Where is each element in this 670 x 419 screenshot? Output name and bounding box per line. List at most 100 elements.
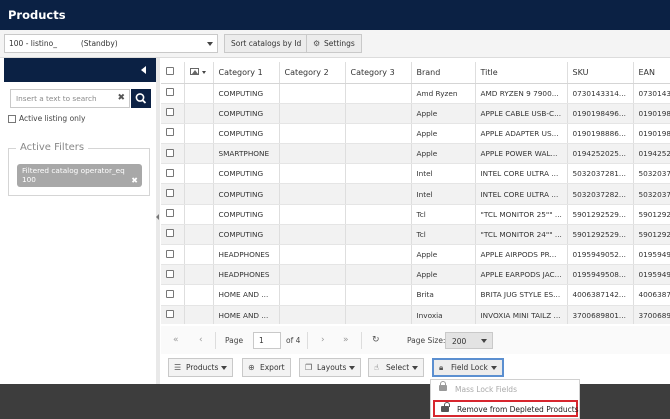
- table-row[interactable]: COMPUTING Tcl "TCL MONITOR 25"" ... 5901292…: [161, 204, 670, 225]
- category3-cell: [345, 284, 412, 306]
- brand-cell: Tcl: [411, 204, 476, 225]
- row-checkbox[interactable]: [166, 108, 174, 117]
- ean-cell: 01901984: [633, 103, 670, 124]
- table-row[interactable]: HOME AND ... Brita BRITA JUG STYLE ES... 40…: [161, 284, 670, 306]
- remove-from-depleted-item[interactable]: Remove from Depleted Products: [433, 400, 579, 417]
- table-row[interactable]: SMARTPHONE Apple APPLE POWER WAL... 0194252…: [161, 143, 670, 165]
- settings-button[interactable]: ⚙ Settings: [306, 34, 362, 53]
- first-page-icon[interactable]: «: [173, 335, 179, 345]
- title-cell: APPLE POWER WAL...: [475, 143, 568, 165]
- sku-cell: 0190198496...: [567, 103, 634, 124]
- column-header-title[interactable]: Title: [475, 62, 568, 84]
- refresh-icon[interactable]: ↻: [372, 335, 380, 345]
- image-column-header[interactable]: [184, 62, 214, 84]
- column-header-sku[interactable]: SKU: [567, 62, 634, 84]
- column-header-ean[interactable]: EAN: [633, 62, 670, 84]
- products-menu-button[interactable]: ☰ Products: [168, 358, 234, 377]
- row-checkbox[interactable]: [166, 310, 174, 319]
- category2-cell: [279, 244, 346, 266]
- row-checkbox[interactable]: [166, 289, 174, 298]
- category1-cell: HEADPHONES: [213, 244, 280, 266]
- last-page-icon[interactable]: »: [343, 335, 349, 345]
- row-checkbox[interactable]: [166, 128, 174, 137]
- ean-cell: 40063871: [633, 284, 670, 306]
- field-lock-menu-button[interactable]: 🔒︎ Field Lock: [432, 358, 504, 377]
- table-header-row: Category 1 Category 2 Category 3 Brand T…: [161, 62, 670, 84]
- column-header-category2[interactable]: Category 2: [279, 62, 346, 84]
- table-row[interactable]: COMPUTING Intel INTEL CORE ULTRA ... 503203…: [161, 163, 670, 185]
- collapse-sidebar-icon[interactable]: [141, 66, 146, 74]
- select-all-checkbox[interactable]: [166, 67, 174, 76]
- mass-lock-fields-label: Mass Lock Fields: [455, 385, 517, 394]
- page-number-input[interactable]: [253, 332, 281, 349]
- clear-search-icon[interactable]: ✖: [117, 93, 125, 103]
- table-row[interactable]: HEADPHONES Apple APPLE AIRPODS PR... 019594…: [161, 244, 670, 266]
- row-checkbox[interactable]: [166, 249, 174, 258]
- category3-cell: [345, 244, 412, 266]
- category2-cell: [279, 163, 346, 185]
- brand-cell: Invoxia: [411, 305, 476, 324]
- active-listing-checkbox[interactable]: [8, 114, 16, 123]
- table-row[interactable]: COMPUTING Tcl "TCL MONITOR 24"" ... 5901292…: [161, 224, 670, 246]
- chevron-down-icon: [201, 70, 206, 74]
- ean-cell: 37006898: [633, 305, 670, 324]
- category1-cell: COMPUTING: [213, 83, 280, 104]
- image-cell: [184, 183, 214, 205]
- active-listing-toggle[interactable]: Active listing only: [8, 114, 85, 125]
- row-checkbox[interactable]: [166, 148, 174, 157]
- pointer-icon: ☝: [374, 363, 379, 372]
- row-checkbox[interactable]: [166, 229, 174, 238]
- ean-cell: 59012925: [633, 224, 670, 246]
- remove-from-depleted-label: Remove from Depleted Products: [457, 405, 579, 414]
- column-header-brand[interactable]: Brand: [411, 62, 476, 84]
- title-cell: "TCL MONITOR 25"" ...: [475, 204, 568, 225]
- ean-cell: 50320372: [633, 163, 670, 185]
- search-box: ✖: [10, 89, 130, 108]
- brand-cell: Apple: [411, 143, 476, 165]
- previous-page-icon[interactable]: ‹: [199, 335, 203, 345]
- search-button[interactable]: [131, 89, 151, 108]
- page-size-select[interactable]: 200: [445, 332, 493, 349]
- filter-chip: Filtered catalog operator_eq 100 ✖: [17, 164, 142, 187]
- table-row[interactable]: HOME AND ... Invoxia INVOXIA MINI TAILZ ..…: [161, 305, 670, 324]
- table-row[interactable]: COMPUTING Intel INTEL CORE ULTRA ... 503203…: [161, 183, 670, 205]
- category3-cell: [345, 305, 412, 324]
- table-row[interactable]: COMPUTING Apple APPLE ADAPTER US... 0190198…: [161, 123, 670, 145]
- search-input[interactable]: [16, 94, 116, 103]
- brand-cell: Intel: [411, 163, 476, 185]
- gear-icon: ⚙: [313, 39, 321, 48]
- image-icon: [189, 67, 199, 75]
- export-button[interactable]: ⊕ Export: [242, 358, 291, 377]
- chevron-down-icon: [207, 42, 213, 46]
- panel-splitter[interactable]: [156, 58, 160, 384]
- category2-cell: [279, 143, 346, 165]
- sidebar-header: [4, 58, 156, 82]
- category2-cell: [279, 183, 346, 205]
- table-row[interactable]: HEADPHONES Apple APPLE EARPODS JAC... 01959…: [161, 264, 670, 286]
- next-page-icon[interactable]: ›: [321, 335, 325, 345]
- layouts-menu-button[interactable]: ❐ Layouts: [299, 358, 362, 377]
- category1-cell: COMPUTING: [213, 204, 280, 225]
- catalog-select[interactable]: 100 - listino_ (Standby): [4, 34, 218, 53]
- splitter-arrow-icon[interactable]: [156, 214, 159, 220]
- image-cell: [184, 264, 214, 286]
- column-header-category3[interactable]: Category 3: [345, 62, 412, 84]
- brand-cell: Apple: [411, 244, 476, 266]
- chevron-down-icon: [490, 366, 497, 370]
- ean-cell: 01942520: [633, 143, 670, 165]
- select-menu-button[interactable]: ☝ Select: [368, 358, 425, 377]
- category2-cell: [279, 224, 346, 246]
- sort-catalogs-button[interactable]: Sort catalogs by Id: [224, 34, 309, 53]
- column-header-category1[interactable]: Category 1: [213, 62, 280, 84]
- row-checkbox[interactable]: [166, 88, 174, 97]
- row-checkbox[interactable]: [166, 168, 174, 177]
- table-row[interactable]: COMPUTING Amd Ryzen AMD RYZEN 9 7900... 073…: [161, 83, 670, 104]
- table-row[interactable]: COMPUTING Apple APPLE CABLE USB-C... 019019…: [161, 103, 670, 124]
- row-checkbox[interactable]: [166, 189, 174, 198]
- row-checkbox[interactable]: [166, 269, 174, 278]
- image-cell: [184, 83, 214, 104]
- row-checkbox[interactable]: [166, 209, 174, 218]
- remove-filter-icon[interactable]: ✖: [131, 176, 138, 185]
- category3-cell: [345, 224, 412, 246]
- sku-cell: 0194252025...: [567, 143, 634, 165]
